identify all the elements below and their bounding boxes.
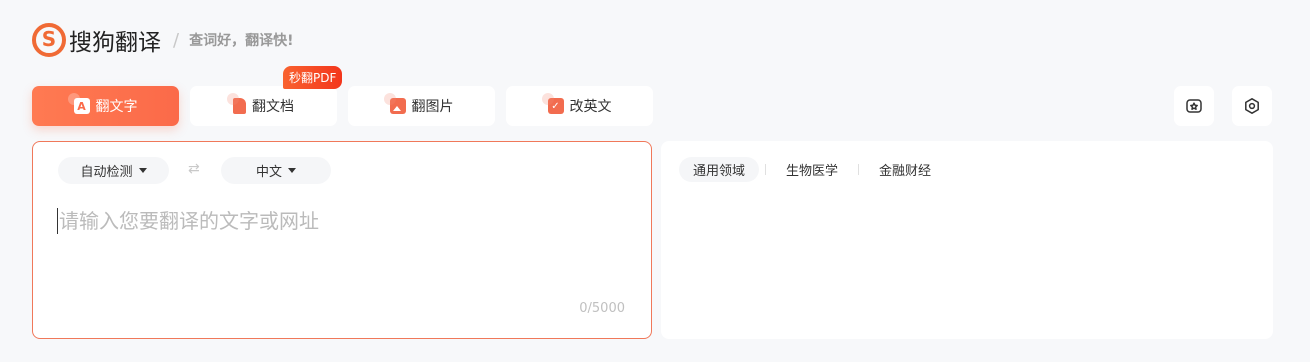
favorites-button[interactable] [1174, 86, 1214, 126]
character-counter: 0/5000 [579, 301, 625, 316]
logo-text: 搜狗翻译 [69, 30, 161, 56]
image-icon [383, 93, 406, 114]
divider [858, 164, 860, 175]
domain-general[interactable]: 通用领域 [679, 157, 760, 182]
tab-label: 翻图片 [411, 99, 454, 115]
edit-check-icon: ✓ [541, 93, 564, 114]
settings-button[interactable] [1232, 86, 1272, 126]
tab-edit-english[interactable]: ✓ 改英文 [506, 86, 653, 126]
tab-label: 翻文字 [95, 99, 138, 115]
source-language-select[interactable]: 自动检测 [58, 157, 169, 184]
tab-label: 翻文档 [252, 99, 294, 115]
source-text-input[interactable]: 请输入您要翻译的文字或网址 [57, 208, 627, 234]
caret-down-icon [138, 168, 147, 173]
source-language-label: 自动检测 [80, 165, 133, 180]
tab-translate-text[interactable]: A 翻文字 [32, 86, 179, 126]
gear-icon [1245, 98, 1259, 114]
header-separator: / [173, 29, 180, 51]
mode-tabs: A 翻文字 翻文档 翻图片 ✓ 改英文 [32, 86, 664, 126]
source-panel: 自动检测 ⇄ 中文 请输入您要翻译的文字或网址 0/5000 [32, 141, 652, 339]
swap-languages-icon[interactable]: ⇄ [188, 161, 200, 177]
tab-translate-document[interactable]: 翻文档 [190, 86, 337, 126]
logo[interactable]: S 搜狗翻译 / 查词好，翻译快! [32, 22, 293, 58]
divider [765, 164, 767, 175]
pdf-promo-badge[interactable]: 秒翻PDF [283, 66, 343, 89]
slogan: 查词好，翻译快! [189, 33, 294, 49]
domain-biomedical[interactable]: 生物医学 [772, 157, 852, 182]
domain-finance[interactable]: 金融财经 [865, 157, 945, 182]
text-icon: A [67, 93, 90, 114]
document-icon [227, 93, 246, 114]
caret-down-icon [288, 168, 296, 173]
tab-translate-image[interactable]: 翻图片 [348, 86, 495, 126]
sogou-logo-icon: S [32, 23, 66, 57]
domain-selector: 通用领域 生物医学 金融财经 [679, 157, 945, 182]
result-panel: 通用领域 生物医学 金融财经 [661, 141, 1273, 339]
star-folder-icon [1186, 99, 1202, 113]
tab-label: 改英文 [569, 99, 612, 115]
target-language-label: 中文 [255, 165, 282, 180]
target-language-select[interactable]: 中文 [221, 157, 331, 184]
